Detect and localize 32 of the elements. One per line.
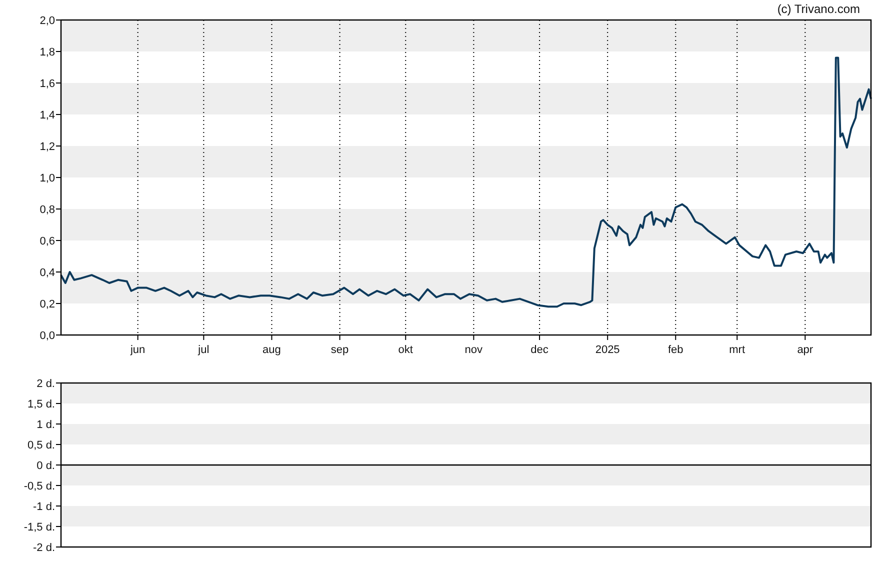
y-axis-label: 1,0 (40, 172, 55, 184)
y-axis-label: 0,4 (40, 267, 55, 279)
y-axis-label: 1,2 (40, 141, 55, 153)
x-axis-label: okt (398, 344, 413, 356)
y-axis-label: 0 d. (36, 460, 55, 472)
x-axis-label: nov (464, 344, 483, 356)
y-axis-label: 1,4 (40, 110, 55, 122)
x-axis-label: 2025 (595, 344, 620, 356)
x-axis-label: jul (198, 344, 210, 356)
y-axis-label: -2 d. (32, 542, 55, 553)
y-axis-label: -1,5 d. (24, 522, 55, 534)
x-axis-label: sep (330, 344, 349, 356)
y-axis-label: 1,8 (40, 46, 55, 58)
y-axis-label: 1,6 (40, 78, 55, 90)
x-axis-label: dec (530, 344, 548, 356)
y-axis-label: -0,5 d. (24, 480, 55, 492)
x-axis-label: mrt (729, 344, 746, 356)
y-axis-label: 0,5 d. (27, 440, 55, 452)
x-axis-label: apr (797, 344, 814, 356)
y-axis-label: 0,0 (40, 330, 55, 342)
y-axis-label: 2,0 (40, 15, 55, 27)
x-axis-label: feb (668, 344, 684, 356)
x-axis-label: jun (130, 344, 146, 356)
copyright-text: (c) Trivano.com (777, 2, 860, 16)
y-axis-label: 0,6 (40, 236, 55, 248)
y-axis-label: -1 d. (32, 501, 55, 513)
y-axis-label: 0,8 (40, 204, 55, 216)
y-axis-label: 1,5 d. (27, 398, 55, 410)
y-axis-label: 0,2 (40, 298, 55, 310)
x-axis-label: aug (262, 344, 281, 356)
y-axis-label: 2 d. (36, 378, 55, 390)
y-axis-label: 1 d. (36, 419, 55, 431)
